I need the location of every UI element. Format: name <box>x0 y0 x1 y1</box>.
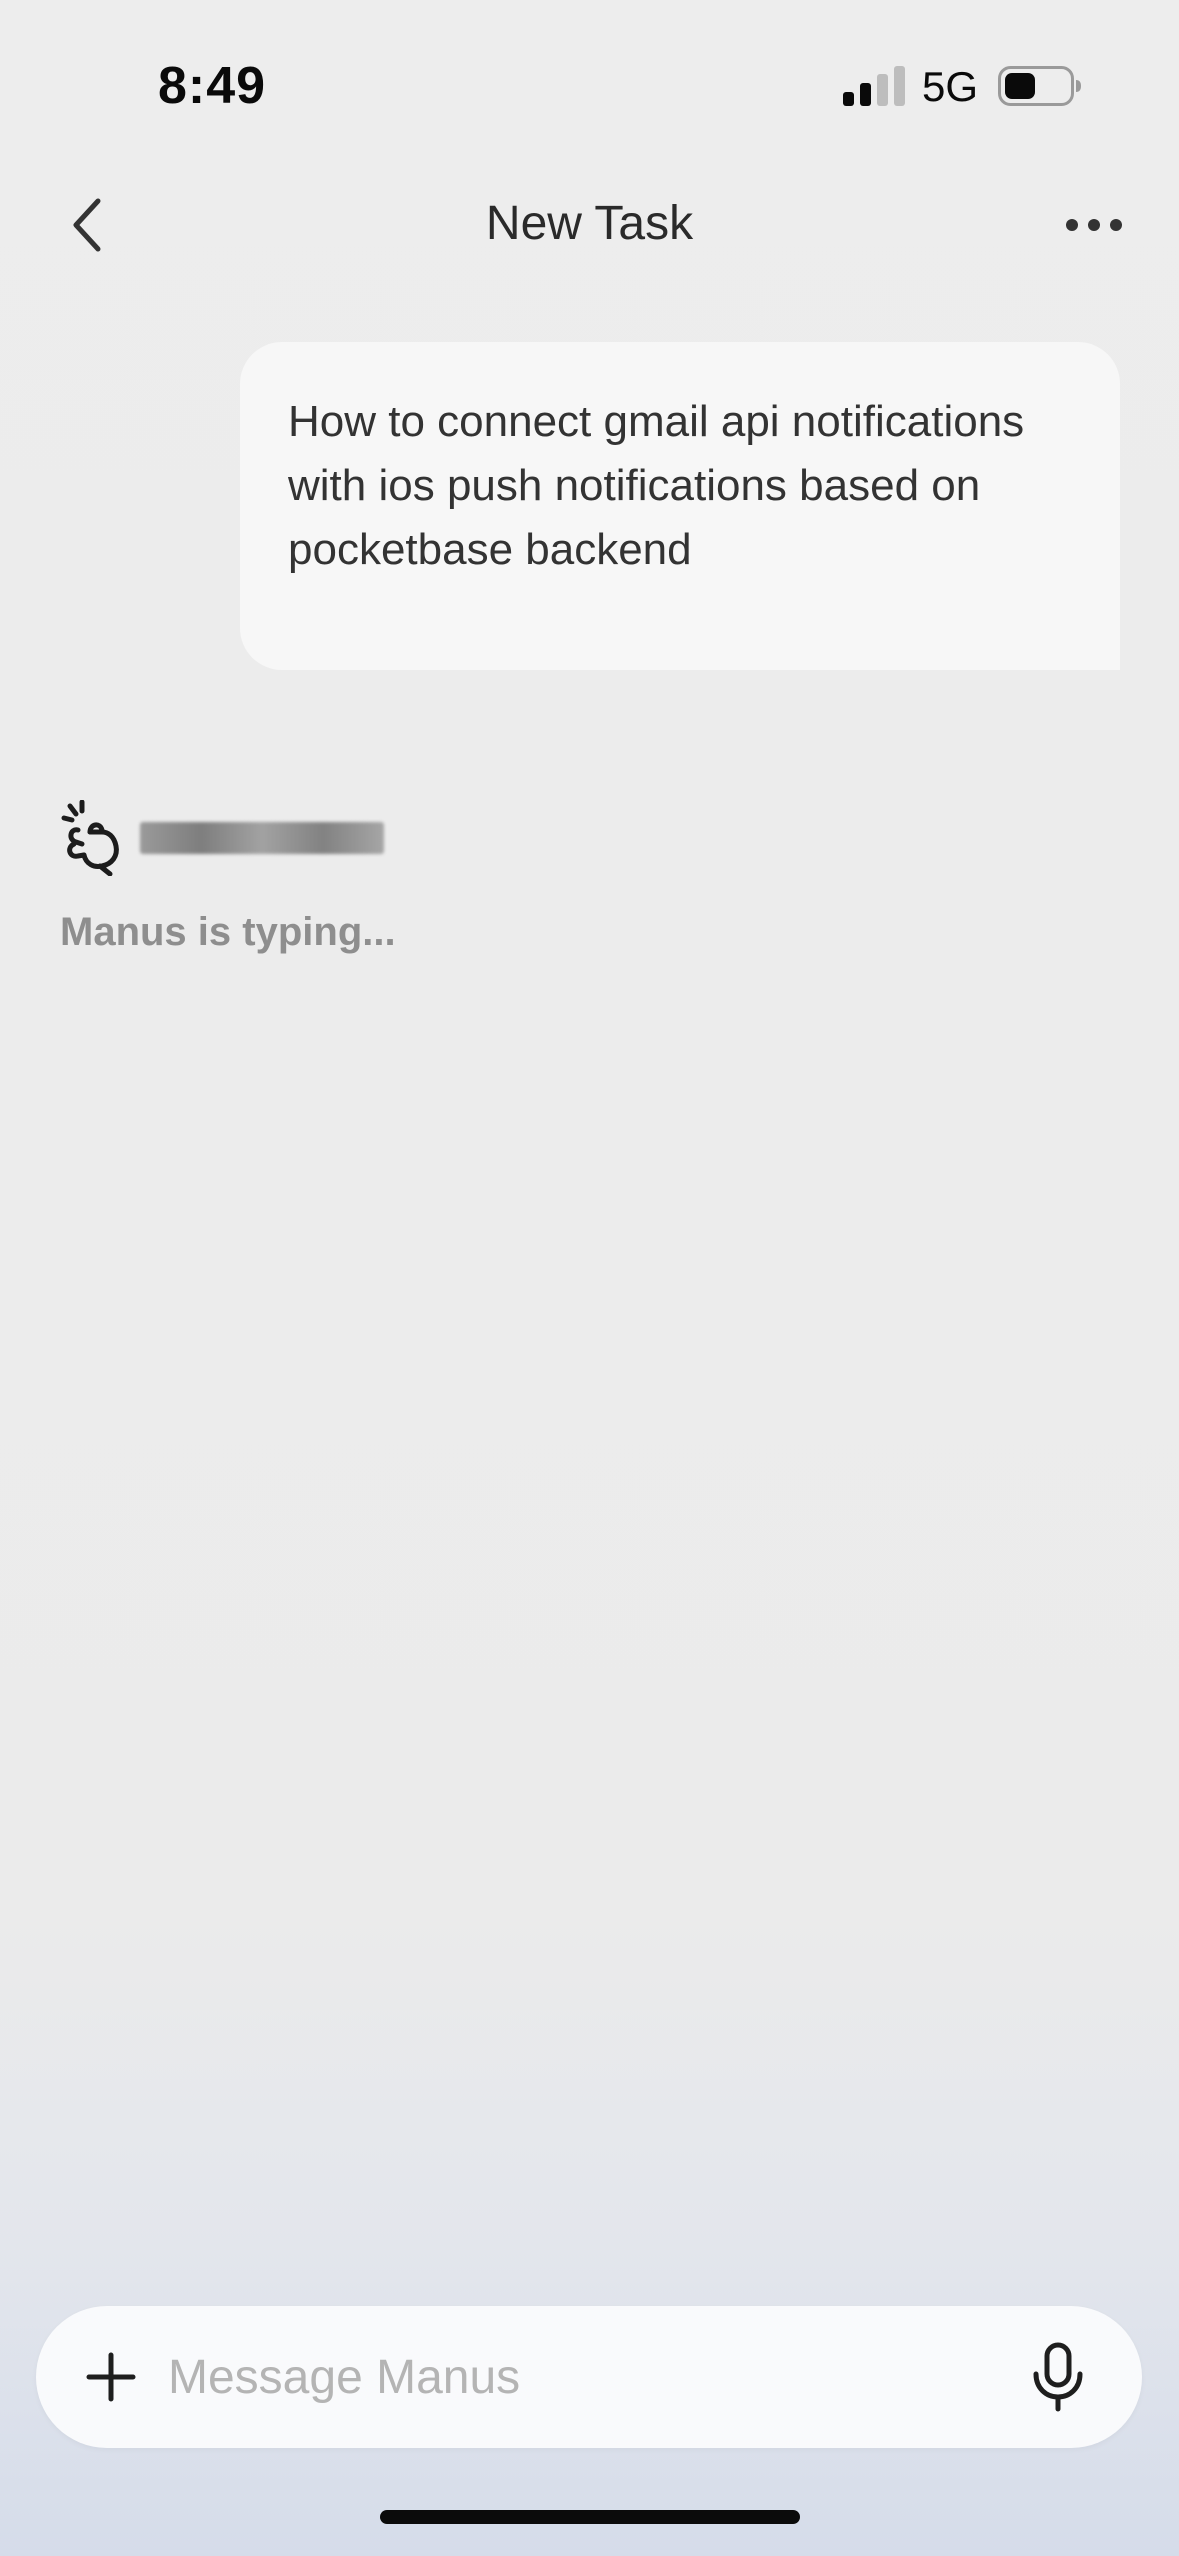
assistant-name-redacted <box>140 822 384 854</box>
attach-button[interactable] <box>76 2342 146 2412</box>
user-message-text: How to connect gmail api notifications w… <box>288 397 1025 574</box>
page-title: New Task <box>485 197 694 250</box>
network-type-label: 5G <box>922 63 979 110</box>
home-indicator[interactable] <box>380 2510 800 2524</box>
battery-icon <box>998 66 1081 106</box>
typing-indicator: Manus is typing... <box>60 910 396 954</box>
more-options-button[interactable] <box>1056 200 1132 250</box>
voice-input-button[interactable] <box>1022 2336 1094 2418</box>
ellipsis-icon <box>1066 219 1122 231</box>
cellular-signal-icon <box>843 66 905 106</box>
message-input[interactable] <box>168 2336 988 2418</box>
manus-hand-logo-icon <box>61 800 119 876</box>
plus-icon <box>86 2352 136 2402</box>
status-time: 8:49 <box>158 57 267 115</box>
assistant-header <box>60 800 460 880</box>
status-bar: 8:49 5G <box>0 0 1179 170</box>
microphone-icon <box>1033 2342 1083 2412</box>
chevron-left-icon <box>73 198 101 252</box>
back-button[interactable] <box>56 192 116 258</box>
user-message-bubble: How to connect gmail api notifications w… <box>240 342 1120 670</box>
message-composer <box>36 2306 1142 2448</box>
